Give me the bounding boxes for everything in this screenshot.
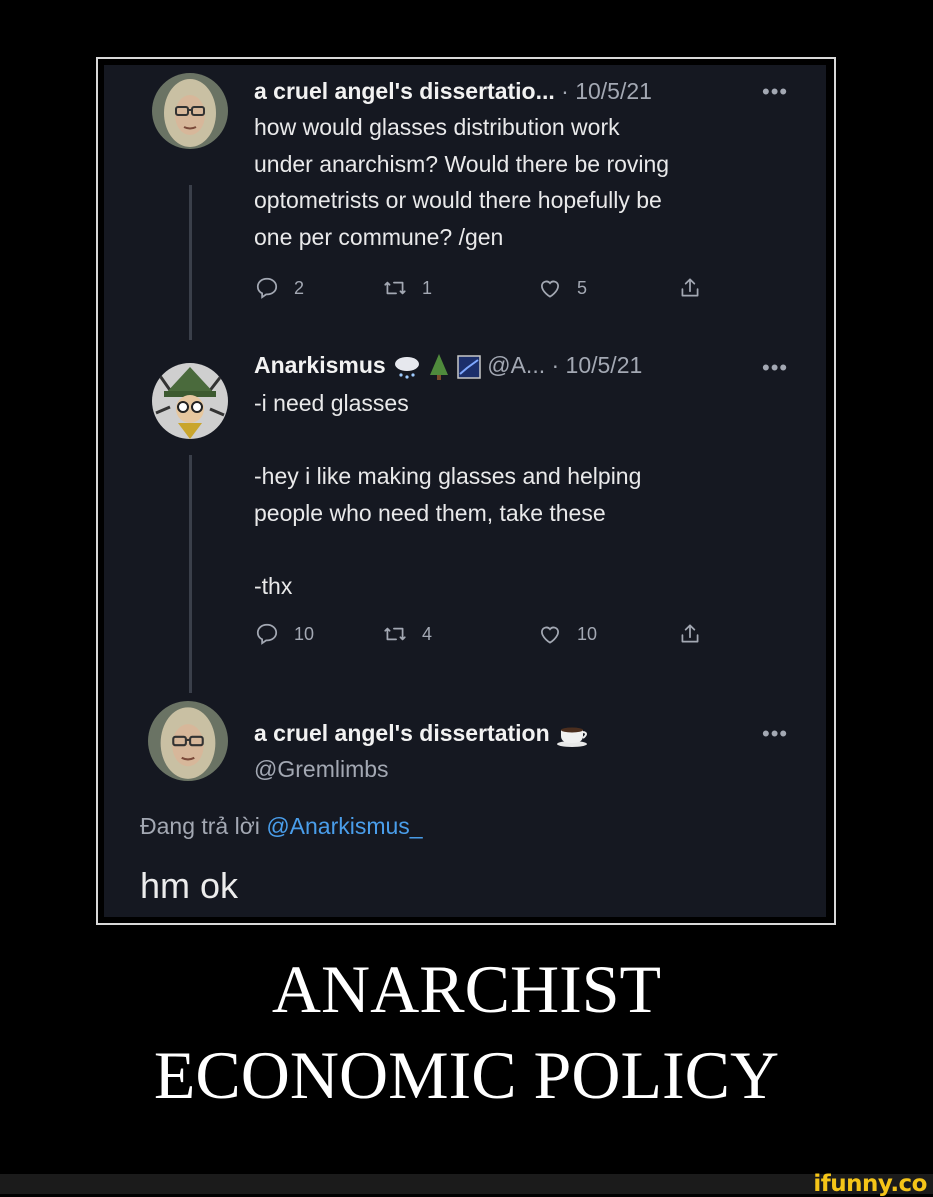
tweet-line: people who need them, take these xyxy=(254,499,606,526)
reply-count: 2 xyxy=(294,277,305,298)
reply-button[interactable]: 2 xyxy=(254,275,304,301)
replying-to-label: Đang trả lời xyxy=(140,813,260,839)
like-count: 10 xyxy=(577,623,598,644)
like-icon xyxy=(541,280,559,298)
user-avatar-anarkismus[interactable] xyxy=(152,363,228,439)
tweet-line: optometrists or would there hopefully be xyxy=(254,187,662,213)
thread-line xyxy=(189,185,192,340)
share-icon xyxy=(681,624,699,643)
tweet-header: a cruel angel's dissertatio... · 10/5/21 xyxy=(254,73,814,110)
coffee-emoji-icon xyxy=(557,727,588,747)
tree-emoji-icon xyxy=(430,353,449,380)
share-button[interactable] xyxy=(677,621,703,647)
more-options-icon[interactable]: ••• xyxy=(762,355,788,381)
twitter-thread-screenshot: a cruel angel's dissertatio... · 10/5/21… xyxy=(104,65,826,917)
tweet-line: how would glasses distribution work xyxy=(254,114,620,140)
reply-count: 10 xyxy=(294,623,315,644)
tweet-date[interactable]: · 10/5/21 xyxy=(561,78,652,104)
reply-icon xyxy=(256,623,278,645)
like-icon xyxy=(541,626,559,644)
cloud-snow-emoji-icon xyxy=(395,356,420,379)
tweet-actions: 10 4 10 xyxy=(254,621,814,651)
retweet-icon xyxy=(384,281,406,295)
more-options-icon[interactable]: ••• xyxy=(762,721,788,747)
watermark-bar: ifunny.co xyxy=(0,1171,933,1197)
tweet-body: -i need glasses -hey i like making glass… xyxy=(254,385,814,604)
reply-icon xyxy=(256,277,278,299)
tweet-line: -i need glasses xyxy=(254,390,409,416)
retweet-button[interactable]: 4 xyxy=(382,621,432,647)
tweet-line: -hey i like making glasses and helping xyxy=(254,463,642,489)
tweet-body: how would glasses distribution work unde… xyxy=(254,109,814,255)
user-avatar-cruel-angel[interactable] xyxy=(148,701,228,781)
retweet-button[interactable]: 1 xyxy=(382,275,432,301)
more-options-icon[interactable]: ••• xyxy=(762,79,788,105)
poster-caption-line: ANARCHIST xyxy=(271,951,662,1027)
tweet-line: -thx xyxy=(254,572,293,599)
display-name[interactable]: a cruel angel's dissertation xyxy=(254,720,550,746)
ifunny-watermark: ifunny.co xyxy=(813,1171,927,1197)
reply-button[interactable]: 10 xyxy=(254,621,314,647)
tweet-actions: 2 1 5 xyxy=(254,275,814,305)
night-sky-emoji-icon xyxy=(457,355,481,379)
user-handle[interactable]: @Gremlimbs xyxy=(254,751,814,788)
like-count: 5 xyxy=(577,277,588,298)
display-name[interactable]: Anarkismus xyxy=(254,352,386,378)
user-avatar-cruel-angel[interactable] xyxy=(152,73,228,149)
retweet-icon xyxy=(384,627,406,641)
reply-tweet-text: hm ok xyxy=(140,865,239,906)
tweet-header: Anarkismus @A... · 10/5/21 xyxy=(254,347,814,384)
tweet-line: under anarchism? Would there be roving xyxy=(254,150,670,177)
retweet-count: 1 xyxy=(422,277,433,298)
share-icon xyxy=(681,278,699,297)
thread-line xyxy=(189,455,192,693)
like-button[interactable]: 5 xyxy=(537,275,587,301)
tweet-header: a cruel angel's dissertation xyxy=(254,715,814,752)
replying-to-link[interactable]: @Anarkismus_ xyxy=(266,813,422,839)
tweet-line: one per commune? /gen xyxy=(254,223,504,250)
retweet-count: 4 xyxy=(422,623,433,644)
display-name[interactable]: a cruel angel's dissertatio... xyxy=(254,78,555,104)
user-handle[interactable]: @A... xyxy=(487,352,545,378)
like-button[interactable]: 10 xyxy=(537,621,597,647)
share-button[interactable] xyxy=(677,275,703,301)
replying-to-line: Đang trả lời @Anarkismus_ xyxy=(140,813,423,840)
tweet-date[interactable]: · 10/5/21 xyxy=(551,352,642,378)
poster-caption-line: ECONOMIC POLICY xyxy=(153,1037,780,1113)
